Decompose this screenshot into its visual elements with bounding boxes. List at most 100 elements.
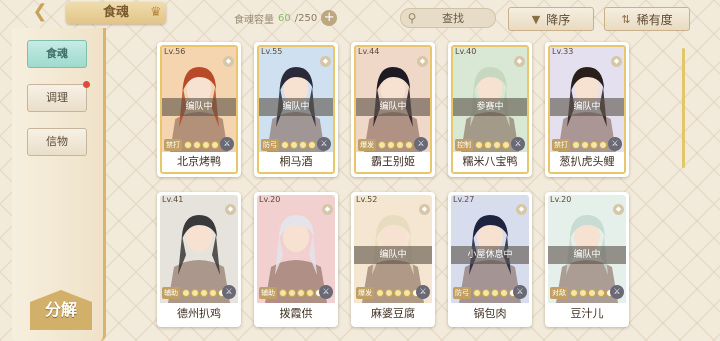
- role-tag: 防弓: [453, 287, 471, 299]
- character-name: 拨霞供: [257, 304, 335, 324]
- level-label: Lv.20: [550, 195, 572, 204]
- star-icon: [396, 141, 404, 149]
- decompose-button[interactable]: 分解: [30, 290, 92, 330]
- star-icon: [184, 141, 192, 149]
- weapon-icon: ⚔: [220, 137, 234, 151]
- status-badge: 编队中: [259, 98, 333, 116]
- card-frame: Lv.40 ◆ 参赛中 控制 ⚔ 糯米八宝鸭: [451, 45, 529, 174]
- star-icon: [579, 289, 587, 297]
- sort-order-label: 降序: [546, 12, 571, 27]
- star-icon: [394, 289, 402, 297]
- card-frame: Lv.52 ◆ 编队中 爆发 ⚔ 麻婆豆腐: [354, 195, 432, 324]
- card-frame: Lv.56 ◆ 编队中 禁打 ⚔ 北京烤鸭: [160, 45, 238, 174]
- element-icon: ◆: [516, 204, 527, 215]
- character-name: 桐马酒: [259, 152, 333, 172]
- food-soul-card[interactable]: Lv.27 ◆ 小屋休息中 防弓 ⚔ 锅包肉: [448, 192, 532, 327]
- search-button[interactable]: ⚲ 查找: [400, 8, 496, 28]
- status-badge: 编队中: [548, 246, 626, 264]
- weapon-icon: ⚔: [513, 285, 527, 299]
- star-icon: [405, 141, 413, 149]
- tab-food-souls[interactable]: 食魂: [27, 40, 87, 68]
- back-arrow-icon[interactable]: ❮: [28, 2, 52, 22]
- weapon-icon: ⚔: [610, 285, 624, 299]
- element-icon: ◆: [611, 56, 622, 67]
- star-icon: [200, 289, 208, 297]
- tab-cooking[interactable]: 调理: [27, 81, 90, 112]
- food-soul-card[interactable]: Lv.20 ◆ 辅助 ⚔ 拨霞供: [254, 192, 338, 327]
- weapon-icon: ⚔: [414, 137, 428, 151]
- star-icon: [281, 141, 289, 149]
- level-label: Lv.41: [162, 195, 184, 204]
- element-icon: ◆: [225, 204, 236, 215]
- tab-tokens[interactable]: 信物: [27, 128, 87, 156]
- star-icon: [473, 289, 481, 297]
- status-badge: 编队中: [356, 98, 430, 116]
- food-soul-card[interactable]: Lv.44 ◆ 编队中 爆发 ⚔ 霸王别姬: [351, 42, 435, 177]
- status-badge: 编队中: [354, 246, 432, 264]
- star-icon: [299, 141, 307, 149]
- food-soul-card[interactable]: Lv.33 ◆ 编队中 禁打 ⚔ 葱扒虎头鲤: [545, 42, 629, 177]
- sort-swap-icon: ⇅: [621, 12, 631, 26]
- food-soul-card[interactable]: Lv.20 ◆ 编队中 对敌 ⚔ 豆汁儿: [545, 192, 629, 327]
- food-soul-card[interactable]: Lv.55 ◆ 编队中 防弓 ⚔ 桐马酒: [254, 42, 338, 177]
- sort-down-icon: ▼: [531, 12, 541, 26]
- star-rating: [570, 289, 614, 297]
- star-icon: [387, 141, 395, 149]
- weapon-icon: ⚔: [416, 285, 430, 299]
- food-soul-card[interactable]: Lv.40 ◆ 参赛中 控制 ⚔ 糯米八宝鸭: [448, 42, 532, 177]
- sort-rarity-button[interactable]: ⇅ 稀有度: [604, 7, 690, 31]
- star-rating: [473, 289, 517, 297]
- sort-order-button[interactable]: ▼ 降序: [508, 7, 594, 31]
- character-name: 豆汁儿: [548, 304, 626, 324]
- search-label: 查找: [442, 12, 464, 25]
- weapon-icon: ⚔: [317, 137, 331, 151]
- star-icon: [211, 141, 219, 149]
- star-icon: [279, 289, 287, 297]
- level-label: Lv.27: [453, 195, 475, 204]
- tab-cooking-label: 调理: [46, 91, 68, 104]
- role-tag: 爆发: [358, 139, 376, 151]
- food-soul-card[interactable]: Lv.41 ◆ 辅助 ⚔ 德州扒鸡: [157, 192, 241, 327]
- status-badge: 参赛中: [453, 98, 527, 116]
- status-badge: 编队中: [550, 98, 624, 116]
- role-tag: 辅助: [259, 287, 277, 299]
- capacity-current: 60: [278, 12, 291, 24]
- star-icon: [493, 141, 501, 149]
- tab-food-souls-label: 食魂: [46, 47, 68, 60]
- star-icon: [297, 289, 305, 297]
- star-icon: [484, 141, 492, 149]
- scrollbar[interactable]: [682, 48, 685, 168]
- star-icon: [482, 289, 490, 297]
- character-name: 霸王别姬: [356, 152, 430, 172]
- star-icon: [588, 289, 596, 297]
- status-badge: 编队中: [162, 98, 236, 116]
- add-capacity-button[interactable]: +: [321, 10, 338, 26]
- capacity-display: 食魂容量 60/250 +: [234, 9, 338, 27]
- star-icon: [500, 289, 508, 297]
- level-label: Lv.33: [552, 47, 574, 56]
- card-frame: Lv.41 ◆ 辅助 ⚔ 德州扒鸡: [160, 195, 238, 324]
- role-tag: 禁打: [552, 139, 570, 151]
- element-icon: ◆: [417, 56, 428, 67]
- weapon-icon: ⚔: [222, 285, 236, 299]
- star-icon: [572, 141, 580, 149]
- card-frame: Lv.27 ◆ 小屋休息中 防弓 ⚔ 锅包肉: [451, 195, 529, 324]
- character-name: 糯米八宝鸭: [453, 152, 527, 172]
- card-frame: Lv.55 ◆ 编队中 防弓 ⚔ 桐马酒: [257, 45, 335, 174]
- star-icon: [385, 289, 393, 297]
- role-tag: 爆发: [356, 287, 374, 299]
- star-icon: [599, 141, 607, 149]
- star-icon: [597, 289, 605, 297]
- food-soul-card[interactable]: Lv.52 ◆ 编队中 爆发 ⚔ 麻婆豆腐: [351, 192, 435, 327]
- crown-icon: ♛: [150, 5, 162, 20]
- character-name: 北京烤鸭: [162, 152, 236, 172]
- star-icon: [308, 141, 316, 149]
- sort-rarity-label: 稀有度: [636, 12, 673, 27]
- top-bar: ❮ 食魂 ♛ 食魂容量 60/250 + ⚲ 查找 ▼ 降序 ⇅ 稀有度: [0, 0, 720, 36]
- star-icon: [491, 289, 499, 297]
- star-icon: [570, 289, 578, 297]
- character-name: 葱扒虎头鲤: [550, 152, 624, 172]
- food-soul-card[interactable]: Lv.56 ◆ 编队中 禁打 ⚔ 北京烤鸭: [157, 42, 241, 177]
- star-icon: [193, 141, 201, 149]
- element-icon: ◆: [322, 204, 333, 215]
